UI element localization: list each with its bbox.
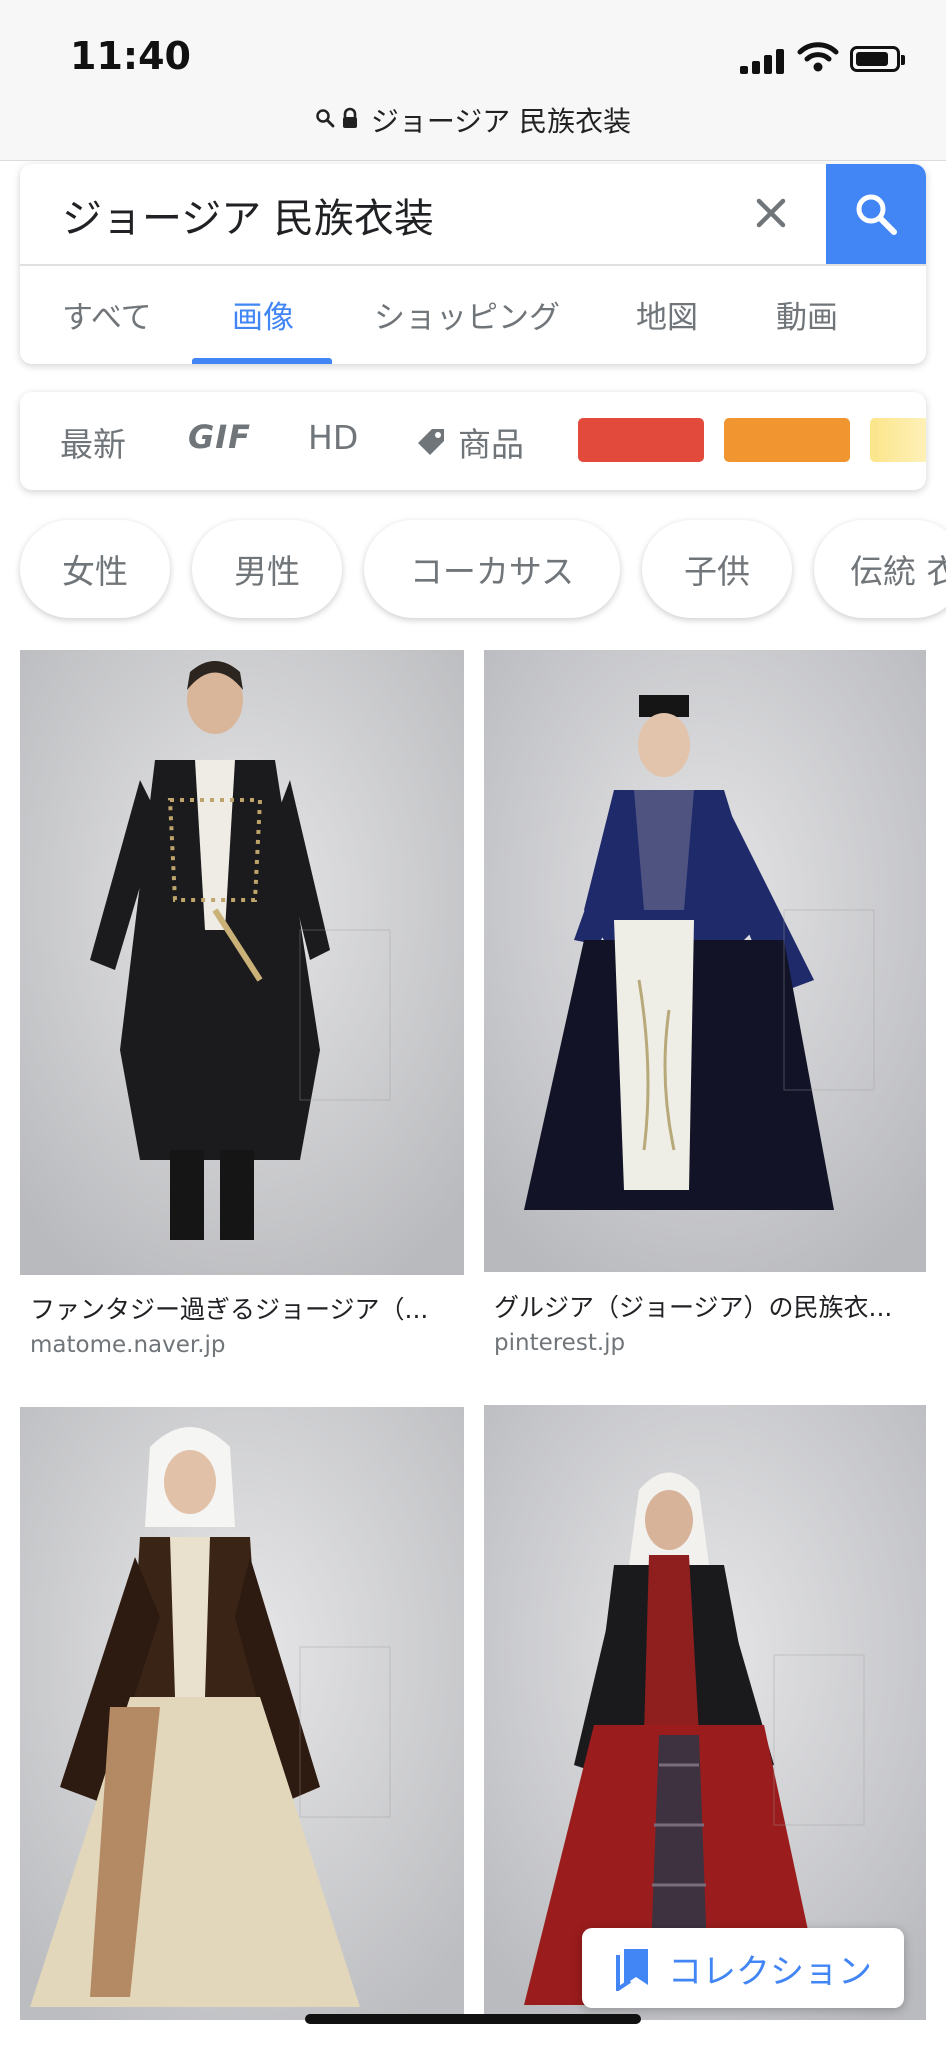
- collection-button[interactable]: コレクション: [582, 1928, 904, 2008]
- cellular-signal-icon: [740, 46, 784, 74]
- search-button[interactable]: [826, 164, 926, 264]
- tab-shopping[interactable]: ショッピング: [374, 292, 560, 337]
- color-swatch-yellow[interactable]: [870, 418, 926, 462]
- chip-children[interactable]: 子供: [642, 520, 792, 618]
- result-image-1[interactable]: [20, 650, 464, 1275]
- result-source-1: matome.naver.jp: [30, 1332, 226, 1358]
- result-image-2[interactable]: [484, 650, 926, 1272]
- search-input[interactable]: ジョージア 民族衣装: [62, 186, 434, 244]
- filter-product-label: 商品: [458, 425, 524, 464]
- tag-icon: [418, 429, 444, 455]
- tab-videos[interactable]: 動画: [776, 292, 838, 337]
- home-indicator[interactable]: [305, 2014, 641, 2024]
- divider: [20, 264, 926, 266]
- close-icon: [756, 198, 786, 228]
- status-time: 11:40: [70, 34, 191, 78]
- url-text: ジョージア 民族衣装: [370, 105, 632, 138]
- bookmark-icon: [616, 1949, 648, 1991]
- color-swatch-red[interactable]: [578, 418, 704, 462]
- result-caption-1[interactable]: ファンタジー過ぎるジョージア（...: [30, 1290, 458, 1326]
- result-caption-2[interactable]: グルジア（ジョージア）の民族衣...: [494, 1288, 918, 1324]
- url-bar[interactable]: ジョージア 民族衣装: [0, 100, 946, 140]
- search-card: ジョージア 民族衣装 すべて 画像 ショッピング 地図 動画: [20, 164, 926, 364]
- filter-gif[interactable]: GIF: [188, 418, 251, 456]
- result-source-2: pinterest.jp: [494, 1330, 626, 1356]
- search-icon: [315, 108, 335, 132]
- result-image-3[interactable]: [20, 1407, 464, 2020]
- chip-men[interactable]: 男性: [192, 520, 342, 618]
- chip-caucasus[interactable]: コーカサス: [364, 520, 620, 618]
- active-tab-indicator: [192, 358, 332, 364]
- filter-product[interactable]: 商品: [414, 418, 524, 466]
- chip-women[interactable]: 女性: [20, 520, 170, 618]
- collection-label: コレクション: [668, 1951, 872, 1992]
- tab-all[interactable]: すべて: [62, 292, 152, 337]
- tab-maps[interactable]: 地図: [636, 292, 698, 337]
- tab-images[interactable]: 画像: [232, 292, 294, 337]
- lock-icon: [341, 107, 359, 133]
- image-tools-bar: 最新 GIF HD 商品: [20, 392, 926, 490]
- filter-hd[interactable]: HD: [308, 418, 358, 457]
- wifi-icon: [796, 38, 840, 74]
- search-icon: [856, 194, 897, 235]
- chip-traditional[interactable]: 伝統 衣: [814, 520, 946, 618]
- color-swatch-orange[interactable]: [724, 418, 850, 462]
- filter-latest[interactable]: 最新: [60, 418, 126, 466]
- clear-search-button[interactable]: [736, 178, 806, 248]
- battery-icon: [850, 46, 905, 72]
